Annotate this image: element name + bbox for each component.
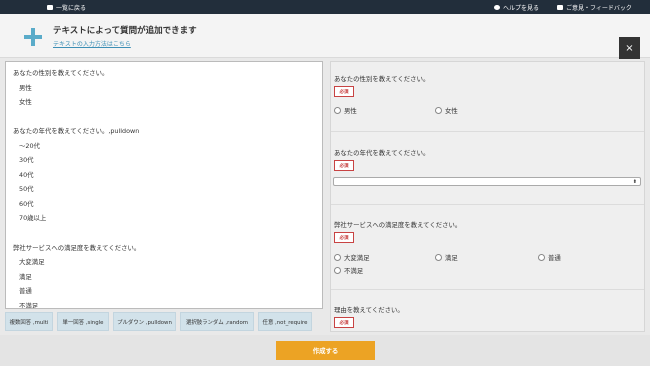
editor-line: 普通 <box>19 287 32 296</box>
back-to-list-link[interactable]: 一覧に戻る <box>47 3 86 12</box>
option-label: 満足 <box>445 254 458 262</box>
editor-blank-line <box>13 112 322 127</box>
editor-line: 30代 <box>19 156 34 165</box>
help-icon <box>494 5 500 10</box>
create-button[interactable]: 作成する <box>276 341 375 360</box>
top-bar: 一覧に戻る ヘルプを見る ご意見・フィードバック <box>0 0 650 14</box>
editor-line: 〜20代 <box>19 141 40 150</box>
radio-option[interactable]: 不満足 <box>334 266 363 275</box>
insert-not-require-button[interactable]: 任意 ,not_require <box>258 312 312 331</box>
back-to-list-label: 一覧に戻る <box>56 5 87 12</box>
preview-question-4: 理由を教えてください。 必須 <box>331 290 644 331</box>
editor-line: 70歳以上 <box>19 214 47 223</box>
radio-option[interactable]: 女性 <box>435 106 458 115</box>
editor-line: 不満足 <box>19 301 39 309</box>
feedback-link[interactable]: ご意見・フィードバック <box>557 3 632 12</box>
editor-line: あなたの性別を教えてください。 <box>13 69 109 77</box>
editor-line: 満足 <box>19 272 32 281</box>
header-title: テキストによって質問が追加できます <box>53 26 197 36</box>
insert-random-button[interactable]: 選択肢ランダム ,random <box>180 312 254 331</box>
radio-button[interactable] <box>334 107 341 114</box>
required-badge: 必須 <box>334 86 354 97</box>
radio-button[interactable] <box>435 254 442 261</box>
insert-pulldown-button[interactable]: プルダウン ,pulldown <box>113 312 176 331</box>
option-label: 普通 <box>548 254 561 262</box>
survey-preview: あなたの性別を教えてください。 必須 男性 女性 あなたの年代を教えてください。… <box>330 61 645 332</box>
option-label: 大変満足 <box>344 254 370 262</box>
radio-option[interactable]: 男性 <box>334 106 357 115</box>
question-title: あなたの年代を教えてください。 <box>334 149 430 157</box>
help-link[interactable]: ヘルプを見る <box>494 3 539 12</box>
age-pulldown-select[interactable]: ⬍ <box>333 177 641 186</box>
question-text-editor[interactable]: あなたの性別を教えてください。男性女性あなたの年代を教えてください。,pulld… <box>5 61 323 309</box>
preview-question-1: あなたの性別を教えてください。 必須 男性 女性 <box>331 62 644 132</box>
editor-line: 女性 <box>19 98 32 107</box>
radio-option[interactable]: 満足 <box>435 253 458 262</box>
radio-button[interactable] <box>538 254 545 261</box>
editor-line: 50代 <box>19 185 34 194</box>
option-label: 不満足 <box>344 267 364 275</box>
comment-icon <box>557 5 563 10</box>
editor-blank-line <box>13 228 322 243</box>
question-title: 弊社サービスへの満足度を教えてください。 <box>334 221 462 229</box>
required-badge: 必須 <box>334 317 354 328</box>
editor-line: あなたの年代を教えてください。,pulldown <box>13 127 140 136</box>
footer-bar: 作成する <box>0 335 650 366</box>
radio-option[interactable]: 大変満足 <box>334 253 370 262</box>
option-label: 男性 <box>344 107 357 115</box>
required-badge: 必須 <box>334 232 354 243</box>
radio-option[interactable]: 普通 <box>538 253 561 262</box>
editor-line: 40代 <box>19 170 34 179</box>
editor-line: 男性 <box>19 83 32 92</box>
insert-multi-button[interactable]: 複数回答 ,multi <box>5 312 53 331</box>
close-button[interactable]: × <box>619 37 640 59</box>
radio-button[interactable] <box>435 107 442 114</box>
required-badge: 必須 <box>334 160 354 171</box>
plus-icon <box>24 28 42 46</box>
feedback-label: ご意見・フィードバック <box>566 5 632 12</box>
option-label: 女性 <box>445 107 458 115</box>
input-help-link[interactable]: テキストの入力方法はこちら <box>53 39 131 48</box>
list-icon <box>47 5 53 10</box>
insert-single-button[interactable]: 単一回答 ,single <box>57 312 109 331</box>
editor-line: 弊社サービスへの満足度を教えてください。 <box>13 243 141 252</box>
help-label: ヘルプを見る <box>503 5 540 12</box>
insert-buttons: 複数回答 ,multi 単一回答 ,single プルダウン ,pulldown… <box>5 312 323 332</box>
editor-line: 大変満足 <box>19 258 45 267</box>
question-title: あなたの性別を教えてください。 <box>334 75 430 83</box>
editor-line: 60代 <box>19 199 34 208</box>
preview-question-3: 弊社サービスへの満足度を教えてください。 必須 大変満足 満足 普通 不満足 <box>331 205 644 290</box>
question-title: 理由を教えてください。 <box>334 306 404 314</box>
select-arrows-icon: ⬍ <box>632 179 637 185</box>
radio-button[interactable] <box>334 254 341 261</box>
radio-button[interactable] <box>334 267 341 274</box>
preview-question-2: あなたの年代を教えてください。 必須 ⬍ <box>331 132 644 205</box>
text-input-header: テキストによって質問が追加できます テキストの入力方法はこちら × <box>0 14 650 59</box>
